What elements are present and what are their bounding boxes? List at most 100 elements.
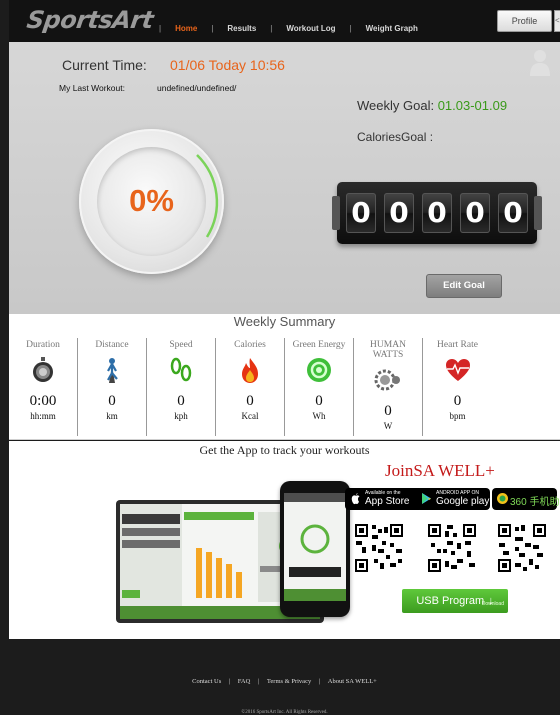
usb-program-button[interactable]: USB Program ↓ Download [402, 589, 508, 613]
app-promo-title: Get the App to track your workouts [199, 443, 370, 457]
metric-label: Green Energy [292, 340, 346, 350]
weekly-goal: Weekly Goal: 01.03-01.09 [357, 98, 507, 113]
metric-value: 0 [108, 393, 116, 409]
metric-value: 0 [177, 393, 185, 409]
counter-digit: 0 [498, 193, 528, 233]
join-label: Join [385, 461, 414, 480]
metric-unit: hh:mm [30, 411, 56, 421]
metric-distance: Distance 0 km [78, 338, 147, 436]
stopwatch-icon [33, 357, 53, 382]
metric-value: 0 [384, 403, 392, 419]
road-icon [107, 358, 118, 383]
qr-code-icon[interactable] [354, 523, 404, 573]
phone-screen [284, 493, 346, 601]
nav-workout-log[interactable]: Workout Log [286, 24, 335, 33]
goal-panel: Current Time: 01/06 Today 10:56 My Last … [9, 42, 560, 314]
progress-dial: 0% [79, 129, 224, 274]
metric-speed: Speed 0 kph [147, 338, 216, 436]
metric-green-energy: Green Energy 0 Wh [285, 338, 354, 436]
apple-icon [351, 493, 360, 505]
app-promo: Get the App to track your workouts JoinS… [9, 441, 560, 639]
badge-big-text: App Store [365, 496, 410, 507]
summary-metrics: Duration 0:00 hh:mm Distance 0 km Speed … [9, 338, 560, 436]
progress-dial-inner: 0% [97, 147, 206, 256]
gear-icon [374, 369, 400, 391]
profile-dropdown-button[interactable]: < [554, 10, 560, 32]
calories-goal-label: CaloriesGoal : [357, 130, 434, 144]
footer-link-contact-us[interactable]: Contact Us [192, 678, 221, 685]
metric-unit: Kcal [241, 411, 259, 421]
metric-label: Calories [234, 340, 266, 350]
360-assistant-icon [497, 493, 508, 504]
page: SportsArt | Home | Results | Workout Log… [9, 0, 560, 715]
counter-digit: 0 [346, 193, 376, 233]
green-energy-icon [307, 358, 331, 382]
metric-human-watts: HUMAN WATTS 0 W [354, 338, 423, 436]
footer-separator: | [228, 678, 231, 685]
phone-app-preview-icon [284, 493, 346, 601]
weekly-summary: Weekly Summary Duration 0:00 hh:mm Dista… [9, 314, 560, 440]
nav-separator: | [270, 24, 273, 33]
footer-link-terms[interactable]: Terms & Privacy [267, 678, 311, 685]
google-play-badge[interactable]: ANDROID APP ON Google play [416, 488, 490, 510]
360-assistant-badge[interactable]: 360 手机助手 [492, 488, 560, 510]
main-nav: | Home | Results | Workout Log | Weight … [159, 24, 432, 33]
nav-separator: | [159, 24, 162, 33]
counter-digit: 0 [384, 193, 414, 233]
metric-value: 0 [315, 393, 323, 409]
footer-links: Contact Us | FAQ | Terms & Privacy | Abo… [9, 678, 560, 685]
metric-label: Speed [169, 340, 193, 350]
nav-home[interactable]: Home [175, 24, 197, 33]
last-workout-value: undefined/undefined/ [157, 83, 237, 93]
metric-value: 0:00 [29, 393, 57, 409]
nav-separator: | [211, 24, 214, 33]
sportsart-logo[interactable]: SportsArt [25, 6, 155, 34]
counter-digit: 0 [460, 193, 490, 233]
join-heading: JoinSA WELL+ [385, 461, 495, 481]
progress-percent: 0% [129, 183, 174, 218]
edit-goal-button[interactable]: Edit Goal [426, 274, 502, 298]
weekly-summary-title: Weekly Summary [233, 314, 336, 329]
badge-big-text: 360 手机助手 [510, 497, 560, 508]
current-time-value: 01/06 Today 10:56 [170, 57, 285, 73]
google-play-icon [422, 493, 431, 504]
join-brand: SA WELL+ [413, 461, 495, 480]
metric-label: Duration [26, 340, 60, 350]
qr-code-icon[interactable] [497, 523, 547, 573]
app-store-badge[interactable]: Available on the App Store [345, 488, 423, 510]
nav-separator: | [349, 24, 352, 33]
weekly-goal-label: Weekly Goal: [357, 98, 438, 113]
metric-unit: Wh [312, 411, 326, 421]
metric-calories: Calories 0 Kcal [216, 338, 285, 436]
metric-heart-rate: Heart Rate 0 bpm [423, 338, 492, 436]
nav-weight-graph[interactable]: Weight Graph [366, 24, 418, 33]
calorie-counter: 0 0 0 0 0 [332, 182, 542, 244]
usb-download-label: Download [481, 601, 504, 607]
counter-digit: 0 [422, 193, 452, 233]
footer-link-faq[interactable]: FAQ [238, 678, 251, 685]
footprints-icon [170, 357, 192, 382]
current-time-label: Current Time: [62, 57, 147, 73]
metric-value: 0 [453, 393, 462, 409]
metric-unit: km [106, 411, 118, 421]
metric-value: 0 [246, 393, 254, 409]
metric-duration: Duration 0:00 hh:mm [9, 338, 78, 436]
metric-label: Distance [95, 340, 129, 350]
footer: Contact Us | FAQ | Terms & Privacy | Abo… [9, 639, 560, 715]
weekly-goal-value: 01.03-01.09 [437, 98, 508, 113]
metric-unit: bpm [449, 411, 466, 421]
qr-code-icon[interactable] [427, 523, 477, 573]
user-avatar-icon[interactable] [529, 48, 551, 76]
metric-unit: W [383, 421, 393, 431]
last-workout-label: My Last Workout: [59, 83, 125, 93]
heart-icon [445, 359, 470, 381]
header: SportsArt | Home | Results | Workout Log… [9, 0, 560, 42]
profile-button[interactable]: Profile [497, 10, 552, 32]
nav-results[interactable]: Results [227, 24, 256, 33]
footer-separator: | [318, 678, 321, 685]
metric-label: Heart Rate [437, 340, 478, 350]
metric-label: HUMAN WATTS [370, 340, 406, 360]
footer-link-about[interactable]: About SA WELL+ [328, 678, 377, 685]
flame-icon [242, 358, 258, 383]
footer-separator: | [257, 678, 260, 685]
